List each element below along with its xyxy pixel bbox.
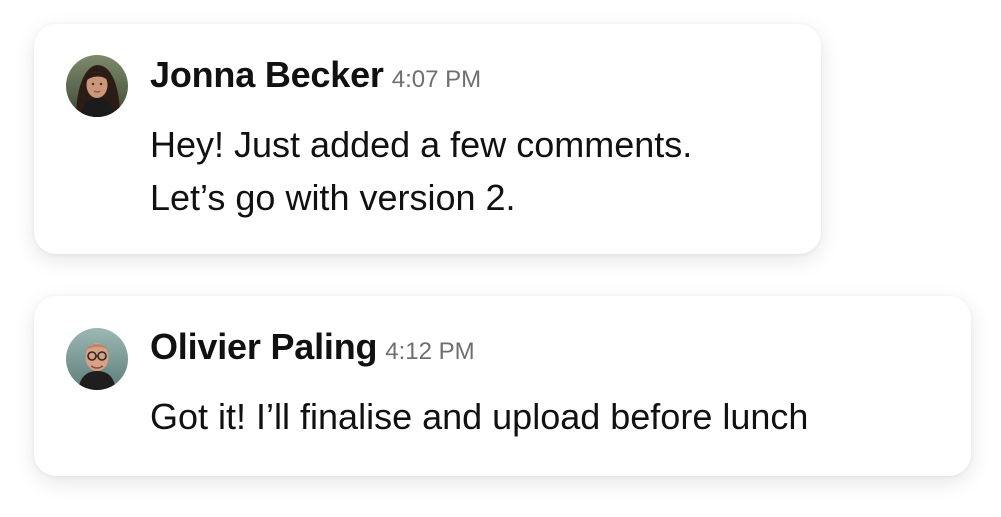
message-text: Got it! I’ll finalise and upload before … — [150, 390, 808, 443]
message-card[interactable]: Jonna Becker 4:07 PM Hey! Just added a fe… — [34, 24, 821, 254]
author-name[interactable]: Jonna Becker — [150, 54, 384, 95]
avatar[interactable] — [66, 55, 128, 117]
avatar[interactable] — [66, 328, 128, 390]
message-line: Let’s go with version 2. — [150, 177, 516, 218]
message-header: Jonna Becker 4:07 PM — [150, 54, 481, 96]
message-text: Hey! Just added a few comments. Let’s go… — [150, 118, 692, 224]
chat-thread: Jonna Becker 4:07 PM Hey! Just added a fe… — [0, 0, 1001, 517]
message-header: Olivier Paling 4:12 PM — [150, 326, 475, 368]
timestamp: 4:12 PM — [385, 338, 475, 365]
message-card[interactable]: Olivier Paling 4:12 PM Got it! I’ll final… — [34, 296, 971, 476]
message-line: Got it! I’ll finalise and upload before … — [150, 396, 809, 437]
timestamp: 4:07 PM — [391, 66, 482, 93]
message-line: Hey! Just added a few comments. — [150, 124, 693, 165]
author-name[interactable]: Olivier Paling — [150, 326, 377, 367]
